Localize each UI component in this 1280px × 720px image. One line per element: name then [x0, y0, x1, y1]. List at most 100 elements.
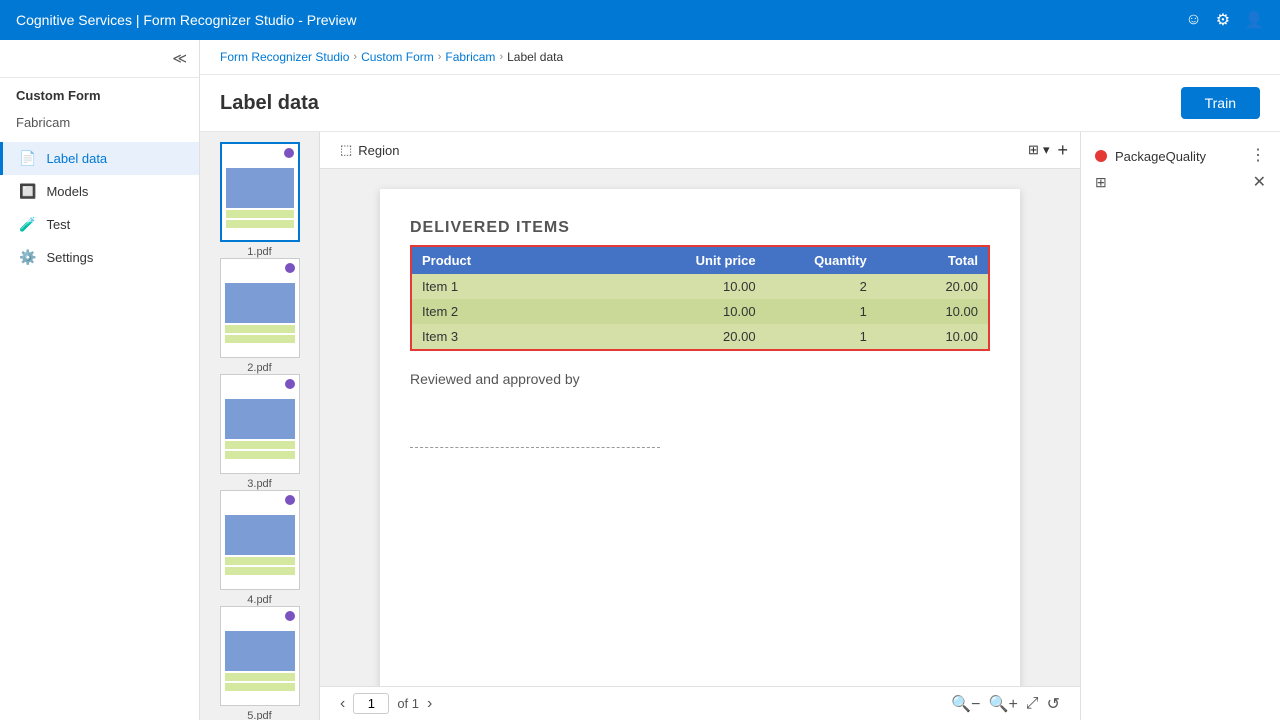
right-panel-label-item: PackageQuality ⋮ [1091, 142, 1270, 170]
test-icon: 🧪 [19, 216, 36, 233]
breadcrumb-custom-form[interactable]: Custom Form [361, 50, 434, 64]
thumb-row-2 [225, 683, 295, 691]
table-cell: Item 2 [422, 304, 644, 319]
sidebar: ≪ Custom Form Fabricam 📄 Label data 🔲 Mo… [0, 40, 200, 720]
page-of-label: of 1 [397, 696, 419, 711]
layers-icon: ⊞ [1028, 142, 1039, 158]
thumb-dot [285, 611, 295, 621]
region-icon: ⬚ [340, 142, 352, 158]
app-title: Cognitive Services | Form Recognizer Stu… [16, 12, 357, 28]
table-cell: Item 1 [422, 279, 644, 294]
header-product: Product [422, 253, 644, 268]
prev-page-button[interactable]: ‹ [340, 695, 345, 713]
table-row: Item 1 10.00 2 20.00 [412, 274, 988, 299]
topbar-icons: ☺ ⚙ 👤 [1185, 10, 1264, 30]
thumb-inner [221, 607, 299, 705]
breadcrumb-sep-1: › [353, 51, 357, 63]
breadcrumb-fabricam[interactable]: Fabricam [445, 50, 495, 64]
chevron-down-icon: ▾ [1043, 142, 1050, 158]
table-cell: 10.00 [644, 279, 755, 294]
sidebar-item-label-data[interactable]: 📄 Label data [0, 142, 199, 175]
fit-button[interactable]: ⤢ [1026, 694, 1039, 714]
region-label: Region [358, 143, 399, 158]
thumb-inner [221, 375, 299, 473]
doc-content: DELIVERED ITEMS Product Unit price Quant… [320, 169, 1080, 686]
thumb-table-sim [225, 283, 295, 323]
page-number-input[interactable] [353, 693, 389, 714]
topbar: Cognitive Services | Form Recognizer Stu… [0, 0, 1280, 40]
doc-footer: ‹ of 1 › 🔍− 🔍+ ⤢ ↺ [320, 686, 1080, 720]
thumbnail-item[interactable]: 3.pdf [220, 374, 300, 490]
thumbnail-panel: 1.pdf 2.pdf 3.pdf [200, 132, 320, 720]
delivered-items-title: DELIVERED ITEMS [410, 219, 990, 237]
thumbnail-item[interactable]: 4.pdf [220, 490, 300, 606]
label-close-button[interactable]: ✕ [1253, 175, 1266, 191]
thumb-label: 1.pdf [247, 246, 271, 258]
sidebar-section-title: Custom Form [0, 78, 199, 109]
sidebar-project-label: Fabricam [0, 109, 199, 142]
next-page-button[interactable]: › [427, 695, 432, 713]
header-unit-price: Unit price [644, 253, 755, 268]
main-split: 1.pdf 2.pdf 3.pdf [200, 132, 1280, 720]
settings-icon[interactable]: ⚙ [1216, 10, 1230, 30]
table-row: Item 2 10.00 1 10.00 [412, 299, 988, 324]
sidebar-models-text: Models [46, 184, 88, 199]
thumb-label: 2.pdf [247, 362, 271, 374]
thumb-frame [220, 142, 300, 242]
add-button[interactable]: + [1057, 140, 1068, 161]
sidebar-item-settings[interactable]: ⚙️ Settings [0, 241, 199, 274]
right-panel-row2: ⊞ ✕ [1091, 170, 1270, 195]
table-icon: ⊞ [1095, 174, 1107, 191]
breadcrumb-label-data: Label data [507, 50, 563, 64]
thumb-table-sim [226, 168, 294, 208]
thumbnail-item[interactable]: 1.pdf [220, 142, 300, 258]
main-layout: ≪ Custom Form Fabricam 📄 Label data 🔲 Mo… [0, 40, 1280, 720]
sidebar-item-models[interactable]: 🔲 Models [0, 175, 199, 208]
sidebar-test-text: Test [46, 217, 70, 232]
sidebar-settings-text: Settings [46, 250, 93, 265]
rotate-button[interactable]: ↺ [1047, 694, 1060, 714]
header-total: Total [867, 253, 978, 268]
thumbnail-item[interactable]: 5.pdf [220, 606, 300, 720]
thumb-table-sim [225, 631, 295, 671]
thumb-row-1 [225, 673, 295, 681]
breadcrumb-sep-3: › [499, 51, 503, 63]
thumb-dot [284, 148, 294, 158]
thumb-frame [220, 374, 300, 474]
sidebar-item-test[interactable]: 🧪 Test [0, 208, 199, 241]
thumb-inner [222, 144, 298, 240]
label-dot [1095, 150, 1107, 162]
thumb-row-1 [225, 441, 295, 449]
sidebar-toggle-button[interactable]: ≪ [172, 50, 187, 67]
thumb-inner [221, 491, 299, 589]
region-button[interactable]: ⬚ Region [332, 138, 408, 162]
thumb-inner [221, 259, 299, 357]
page-header: Label data Train [200, 75, 1280, 132]
content-area: Form Recognizer Studio › Custom Form › F… [200, 40, 1280, 720]
toolbar-left: ⬚ Region [332, 138, 408, 162]
account-icon[interactable]: 👤 [1244, 10, 1264, 30]
breadcrumb-sep-2: › [438, 51, 442, 63]
thumbnail-item[interactable]: 2.pdf [220, 258, 300, 374]
breadcrumb-form-recognizer[interactable]: Form Recognizer Studio [220, 50, 349, 64]
thumb-row-1 [226, 210, 294, 218]
label-more-button[interactable]: ⋮ [1250, 148, 1266, 164]
toolbar-right: ⊞ ▾ + [1028, 140, 1068, 161]
label-name-text: PackageQuality [1115, 149, 1242, 164]
items-table: Product Unit price Quantity Total Item 1… [410, 245, 990, 351]
table-cell: 10.00 [867, 304, 978, 319]
settings-nav-icon: ⚙️ [19, 249, 36, 266]
header-quantity: Quantity [756, 253, 867, 268]
zoom-in-button[interactable]: 🔍+ [989, 694, 1018, 714]
train-button[interactable]: Train [1181, 87, 1260, 119]
thumb-row-2 [225, 335, 295, 343]
thumb-row-1 [225, 325, 295, 333]
label-data-icon: 📄 [19, 150, 36, 167]
table-cell: 20.00 [867, 279, 978, 294]
layers-button[interactable]: ⊞ ▾ [1028, 142, 1049, 158]
table-header-row: Product Unit price Quantity Total [412, 247, 988, 274]
table-cell: 10.00 [867, 329, 978, 344]
emoji-icon[interactable]: ☺ [1185, 11, 1201, 29]
zoom-out-button[interactable]: 🔍− [951, 694, 980, 714]
thumb-table-sim [225, 399, 295, 439]
